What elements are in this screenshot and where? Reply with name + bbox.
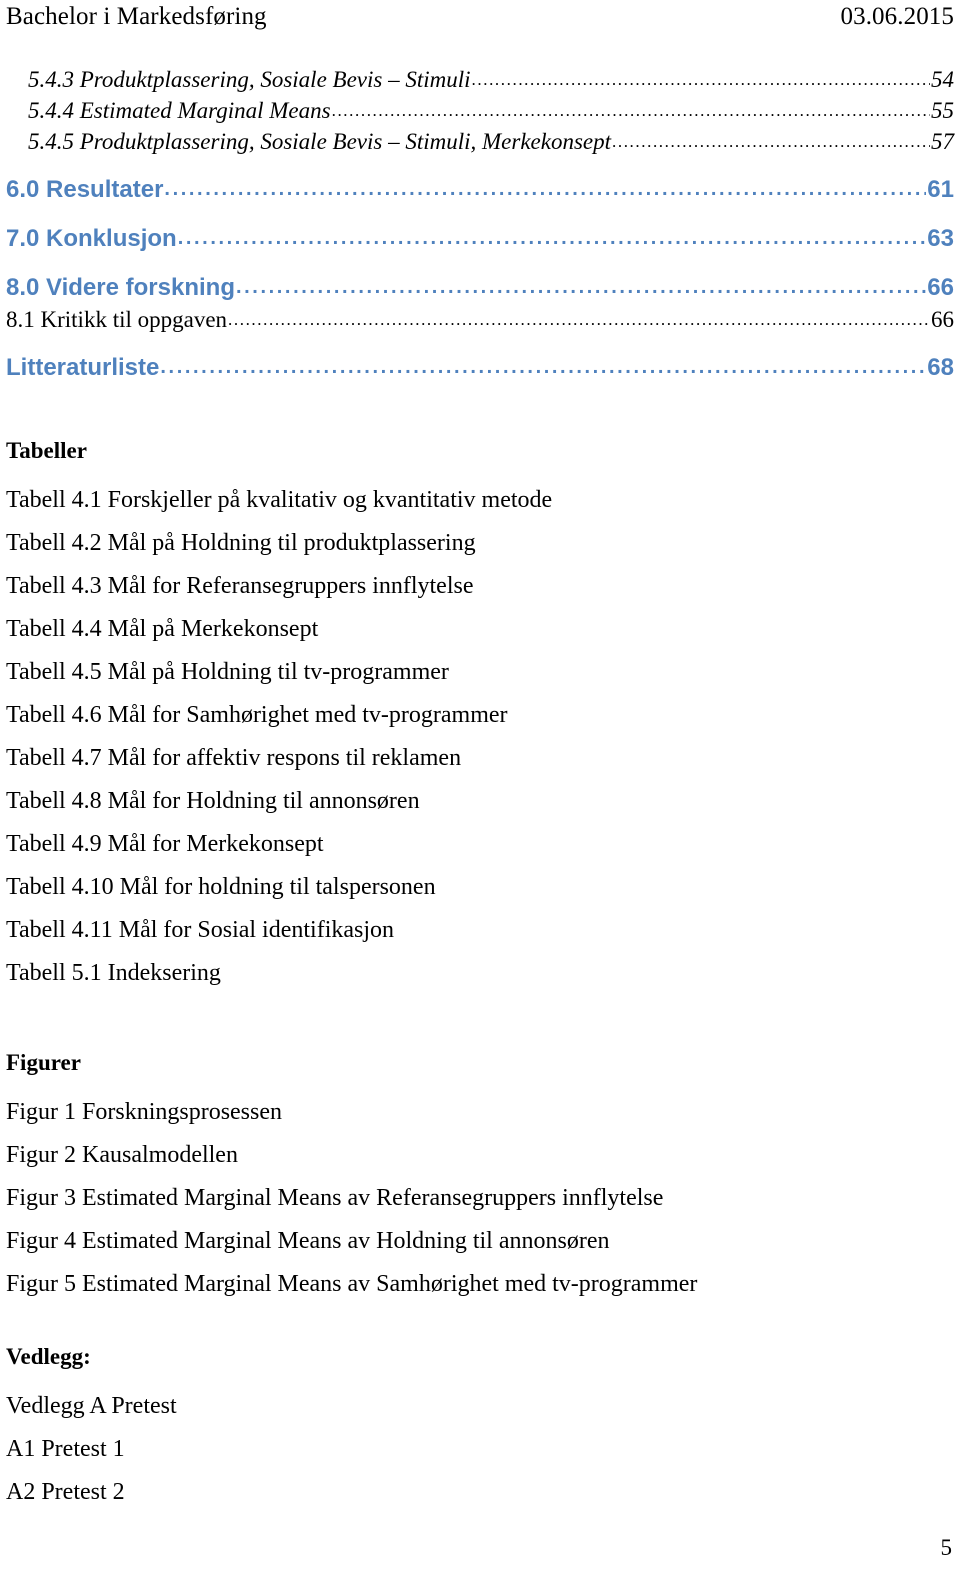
list-item: Tabell 4.8 Mål for Holdning til annonsør… bbox=[6, 788, 420, 814]
toc-entry-label: 6.0 Resultater bbox=[6, 176, 164, 203]
toc-entry-label: 5.4.3 Produktplassering, Sosiale Bevis –… bbox=[28, 67, 471, 92]
toc-entry[interactable]: 8.1 Kritikk til oppgaven................… bbox=[0, 304, 960, 335]
toc-page-number: 66 bbox=[931, 307, 954, 332]
toc-leader-dots: ........................................… bbox=[612, 132, 930, 151]
list-item: A2 Pretest 2 bbox=[6, 1479, 125, 1505]
toc-page-number: 68 bbox=[927, 354, 954, 381]
document-header: Bachelor i Markedsføring 03.06.2015 bbox=[6, 2, 954, 36]
toc-entry[interactable]: Litteraturliste.........................… bbox=[0, 353, 960, 384]
toc-entry-label: 5.4.5 Produktplassering, Sosiale Bevis –… bbox=[28, 129, 611, 154]
list-item: Tabell 5.1 Indeksering bbox=[6, 960, 221, 986]
toc-entry-label: 7.0 Konklusjon bbox=[6, 225, 177, 252]
document-page: Bachelor i Markedsføring 03.06.2015 5.4.… bbox=[0, 0, 960, 1571]
toc-entry[interactable]: 7.0 Konklusjon..........................… bbox=[0, 224, 960, 255]
toc-page-number: 61 bbox=[927, 176, 954, 203]
list-item: Tabell 4.2 Mål på Holdning til produktpl… bbox=[6, 530, 476, 556]
list-item: Tabell 4.10 Mål for holdning til talsper… bbox=[6, 874, 436, 900]
list-item: Tabell 4.1 Forskjeller på kvalitativ og … bbox=[6, 487, 553, 513]
toc-leader-dots: ........................................… bbox=[471, 70, 930, 89]
toc-entry-label: Litteraturliste bbox=[6, 354, 160, 381]
toc-page-number: 63 bbox=[927, 225, 954, 252]
header-title: Bachelor i Markedsføring bbox=[6, 3, 267, 30]
toc-leader-dots: ........................................… bbox=[331, 101, 930, 120]
tabeller-heading: Tabeller bbox=[6, 438, 87, 463]
toc-leader-dots: ........................................… bbox=[164, 178, 927, 200]
list-item: Tabell 4.5 Mål på Holdning til tv-progra… bbox=[6, 659, 449, 685]
toc-entry[interactable]: 6.0 Resultater..........................… bbox=[0, 175, 960, 206]
tabeller-list: Tabell 4.1 Forskjeller på kvalitativ og … bbox=[6, 479, 954, 995]
list-item: Tabell 4.4 Mål på Merkekonsept bbox=[6, 616, 319, 642]
list-item: Tabell 4.11 Mål for Sosial identifikasjo… bbox=[6, 917, 395, 943]
toc-page-number: 66 bbox=[927, 274, 954, 301]
list-item: Figur 5 Estimated Marginal Means av Samh… bbox=[6, 1271, 698, 1297]
list-item: Tabell 4.7 Mål for affektiv respons til … bbox=[6, 745, 462, 771]
toc-entry-label: 8.1 Kritikk til oppgaven bbox=[6, 307, 228, 332]
toc-entry-label: 8.0 Videre forskning bbox=[6, 274, 235, 301]
vedlegg-heading: Vedlegg: bbox=[6, 1344, 91, 1369]
toc-leader-dots: ........................................… bbox=[160, 356, 927, 378]
toc-entry[interactable]: 8.0 Videre forskning....................… bbox=[0, 273, 960, 304]
list-item: Figur 2 Kausalmodellen bbox=[6, 1142, 238, 1168]
page-number: 5 bbox=[940, 1535, 953, 1560]
vedlegg-list: Vedlegg A Pretest A1 Pretest 1 A2 Pretest … bbox=[6, 1385, 954, 1514]
figurer-section: Figurer Figur 1 Forskningsprosessen Figur… bbox=[6, 1048, 954, 1306]
figurer-list: Figur 1 Forskningsprosessen Figur 2 Kausa… bbox=[6, 1091, 954, 1306]
list-item: A1 Pretest 1 bbox=[6, 1436, 125, 1462]
toc-page-number: 57 bbox=[931, 129, 954, 154]
list-item: Figur 3 Estimated Marginal Means av Refe… bbox=[6, 1185, 664, 1211]
toc-entry-label: 5.4.4 Estimated Marginal Means bbox=[28, 98, 331, 123]
toc-leader-dots: ........................................… bbox=[235, 276, 927, 298]
toc-entry[interactable]: 5.4.4 Estimated Marginal Means..........… bbox=[0, 95, 960, 126]
list-item: Tabell 4.3 Mål for Referansegruppers inn… bbox=[6, 573, 474, 599]
toc-page-number: 55 bbox=[931, 98, 954, 123]
list-item: Figur 1 Forskningsprosessen bbox=[6, 1099, 283, 1125]
toc-page-number: 54 bbox=[931, 67, 954, 92]
list-item: Figur 4 Estimated Marginal Means av Hold… bbox=[6, 1228, 610, 1254]
list-item: Tabell 4.9 Mål for Merkekonsept bbox=[6, 831, 324, 857]
toc-leader-dots: ........................................… bbox=[177, 227, 927, 249]
tabeller-section: Tabeller Tabell 4.1 Forskjeller på kvali… bbox=[6, 436, 954, 995]
header-date: 03.06.2015 bbox=[840, 3, 954, 30]
table-of-contents: 5.4.3 Produktplassering, Sosiale Bevis –… bbox=[0, 64, 960, 384]
list-item: Vedlegg A Pretest bbox=[6, 1393, 177, 1419]
list-item: Tabell 4.6 Mål for Samhørighet med tv-pr… bbox=[6, 702, 508, 728]
vedlegg-section: Vedlegg: Vedlegg A Pretest A1 Pretest 1 A2… bbox=[6, 1342, 954, 1514]
toc-leader-dots: ........................................… bbox=[228, 310, 930, 329]
toc-entry[interactable]: 5.4.3 Produktplassering, Sosiale Bevis –… bbox=[0, 64, 960, 95]
toc-entry[interactable]: 5.4.5 Produktplassering, Sosiale Bevis –… bbox=[0, 126, 960, 157]
figurer-heading: Figurer bbox=[6, 1050, 81, 1075]
